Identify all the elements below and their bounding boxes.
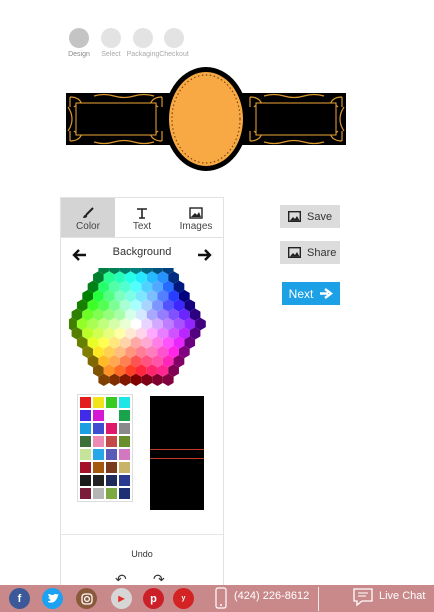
instagram-icon[interactable] [76,588,97,609]
next-label: Next [288,286,314,301]
twitter-icon[interactable] [42,588,63,609]
color-swatch[interactable] [118,487,131,500]
phone-number[interactable]: (424) 226-8612 [234,590,309,602]
tab-label: Images [179,221,213,232]
share-button[interactable]: Share [280,241,340,264]
color-swatch[interactable] [79,448,92,461]
color-swatch[interactable] [118,409,131,422]
tab-label: Text [132,221,152,232]
color-swatch[interactable] [105,461,118,474]
color-swatch[interactable] [79,487,92,500]
color-swatch[interactable] [92,474,105,487]
color-swatch[interactable] [105,474,118,487]
step-label: Checkout [159,51,189,58]
color-hexagon-picker[interactable] [69,268,215,388]
share-label: Share [307,246,337,259]
pinterest-icon[interactable]: p [143,588,164,609]
color-swatch[interactable] [105,422,118,435]
band-color-preview [150,396,204,510]
image-icon [288,247,301,258]
live-chat-link[interactable]: Live Chat [379,590,425,602]
color-swatch[interactable] [92,409,105,422]
color-swatch[interactable] [92,448,105,461]
design-tool-panel: Color Text Images Background Undo ↶ ↷ [60,197,224,587]
band-highlight [150,449,204,459]
tool-tabs: Color Text Images [61,198,223,238]
color-swatch[interactable] [79,409,92,422]
youtube-icon[interactable]: ▶ [111,588,132,609]
step-dot [164,28,184,48]
color-swatch[interactable] [79,474,92,487]
color-swatch[interactable] [118,435,131,448]
color-swatch[interactable] [118,448,131,461]
save-label: Save [307,210,333,223]
step-dot [133,28,153,48]
phone-icon [215,587,227,609]
color-swatch[interactable] [118,461,131,474]
tab-images[interactable]: Images [169,198,223,237]
color-swatch[interactable] [79,396,92,409]
tab-text[interactable]: Text [115,198,169,237]
image-icon [169,206,223,219]
step-dot [69,28,89,48]
arrow-right-icon [320,288,334,299]
color-swatch[interactable] [92,487,105,500]
text-icon [115,206,169,219]
color-swatch[interactable] [92,396,105,409]
color-swatch[interactable] [105,409,118,422]
yelp-icon[interactable]: y [173,588,194,609]
tab-label: Color [76,221,100,232]
undo-label: Undo [131,549,153,559]
band-label-preview [66,67,346,171]
color-swatch[interactable] [79,435,92,448]
color-swatch[interactable] [79,422,92,435]
color-swatch[interactable] [118,474,131,487]
brush-icon [61,206,115,219]
facebook-icon[interactable]: f [9,588,30,609]
next-button[interactable]: Next [282,282,340,305]
color-swatch[interactable] [118,396,131,409]
color-swatch[interactable] [79,461,92,474]
color-swatch[interactable] [105,396,118,409]
arrow-right-icon[interactable] [197,248,213,262]
step-dot [101,28,121,48]
color-swatch[interactable] [105,448,118,461]
color-swatch[interactable] [105,435,118,448]
chat-bubble-icon[interactable] [352,587,374,607]
color-swatch[interactable] [105,487,118,500]
image-icon [288,211,301,222]
color-swatch[interactable] [92,435,105,448]
color-swatch[interactable] [92,422,105,435]
tab-color[interactable]: Color [61,198,115,237]
color-swatch[interactable] [92,461,105,474]
color-swatch[interactable] [118,422,131,435]
footer-divider [318,587,319,611]
step-checkout[interactable]: Checkout [154,28,194,58]
preset-color-swatches [77,394,133,502]
save-button[interactable]: Save [280,205,340,228]
